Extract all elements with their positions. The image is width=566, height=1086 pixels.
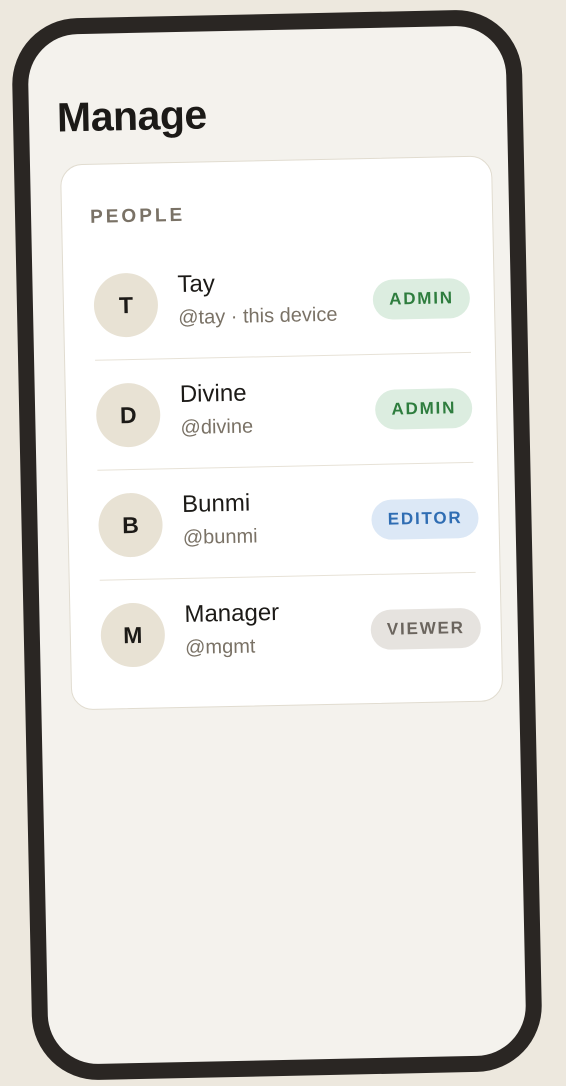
- section-label-people: PEOPLE: [89, 204, 186, 228]
- role-badge-viewer[interactable]: VIEWER: [370, 607, 482, 651]
- avatar: M: [100, 602, 166, 668]
- person-handle: @divine: [180, 415, 254, 439]
- avatar: T: [93, 272, 159, 338]
- person-row-tay[interactable]: T Tay @tay · this device ADMIN: [93, 243, 472, 361]
- phone-screen: Manage PEOPLE T Tay @tay · this device A…: [27, 25, 527, 1065]
- person-name: Bunmi: [181, 489, 251, 518]
- person-handle: @tay · this device: [177, 303, 338, 330]
- avatar: B: [97, 492, 164, 558]
- role-badge-admin[interactable]: ADMIN: [375, 387, 473, 430]
- page-title: Manage: [56, 91, 208, 141]
- avatar: D: [95, 382, 161, 448]
- person-handle: @mgmt: [184, 635, 256, 659]
- person-handle: @bunmi: [182, 525, 258, 549]
- person-name: Divine: [179, 379, 247, 408]
- person-row-divine[interactable]: D Divine @divine ADMIN: [95, 353, 474, 471]
- people-card: PEOPLE T Tay @tay · this device ADMIN D …: [59, 155, 504, 711]
- person-name: Manager: [184, 598, 280, 628]
- phone-frame: Manage PEOPLE T Tay @tay · this device A…: [10, 8, 544, 1082]
- role-badge-admin[interactable]: ADMIN: [372, 277, 471, 320]
- person-row-bunmi[interactable]: B Bunmi @bunmi EDITOR: [97, 463, 479, 581]
- person-row-manager[interactable]: M Manager @mgmt VIEWER: [100, 573, 482, 691]
- role-badge-editor[interactable]: EDITOR: [371, 497, 479, 541]
- person-name: Tay: [177, 270, 216, 299]
